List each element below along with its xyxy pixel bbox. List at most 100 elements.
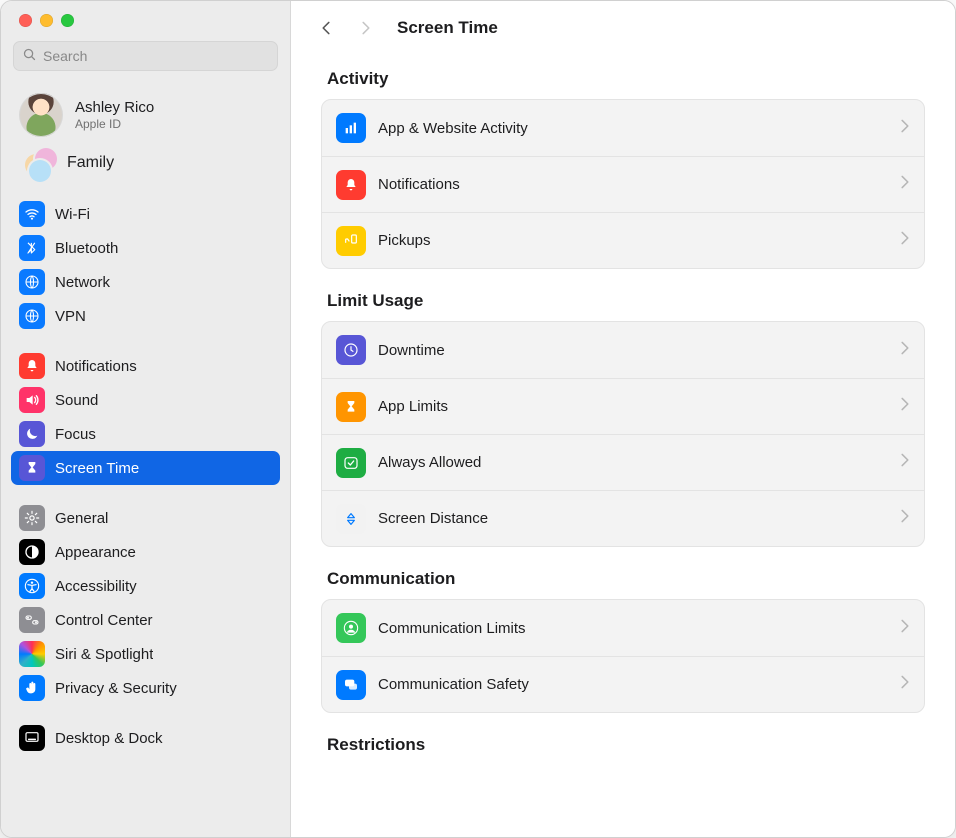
sidebar-item-label: Wi-Fi <box>55 206 90 223</box>
sidebar-item-siri[interactable]: Siri & Spotlight <box>11 637 280 671</box>
search-input[interactable]: Search <box>13 41 278 71</box>
hourglass-icon <box>336 392 366 422</box>
sidebar-item-label: Notifications <box>55 358 137 375</box>
avatar <box>19 93 63 137</box>
row-downtime[interactable]: Downtime <box>322 322 924 378</box>
row-communication-safety[interactable]: Communication Safety <box>322 656 924 712</box>
sidebar-item-desktop-dock[interactable]: Desktop & Dock <box>11 721 280 755</box>
sidebar-item-notifications[interactable]: Notifications <box>11 349 280 383</box>
sidebar-item-sound[interactable]: Sound <box>11 383 280 417</box>
row-always-allowed[interactable]: Always Allowed <box>322 434 924 490</box>
bell-icon <box>19 353 45 379</box>
sidebar-item-label: VPN <box>55 308 86 325</box>
search-placeholder: Search <box>43 48 87 64</box>
sidebar-item-vpn[interactable]: VPN <box>11 299 280 333</box>
sidebar-item-screen-time[interactable]: Screen Time <box>11 451 280 485</box>
sidebar-item-label: Bluetooth <box>55 240 118 257</box>
main-pane: Screen Time Activity App & Website Activ… <box>291 1 955 837</box>
row-notifications[interactable]: Notifications <box>322 156 924 212</box>
page-title: Screen Time <box>397 18 498 38</box>
minimize-window[interactable] <box>40 14 53 27</box>
sidebar-item-label: General <box>55 510 108 527</box>
distance-icon <box>336 504 366 534</box>
settings-window: Search Ashley Rico Apple ID Family <box>0 0 956 838</box>
vpn-icon <box>19 303 45 329</box>
sidebar-item-label: Desktop & Dock <box>55 730 163 747</box>
sidebar-family[interactable]: Family <box>11 145 280 181</box>
chevron-right-icon <box>900 509 910 528</box>
sidebar-item-label: Siri & Spotlight <box>55 646 153 663</box>
chevron-right-icon <box>900 453 910 472</box>
row-label: App Limits <box>378 398 448 415</box>
sidebar-item-wifi[interactable]: Wi-Fi <box>11 197 280 231</box>
sidebar-item-accessibility[interactable]: Accessibility <box>11 569 280 603</box>
search-icon <box>22 47 37 65</box>
chevron-right-icon <box>900 675 910 694</box>
sidebar-item-label: Focus <box>55 426 96 443</box>
moon-icon <box>19 421 45 447</box>
main-header: Screen Time <box>291 1 955 55</box>
chevron-right-icon <box>900 175 910 194</box>
family-label: Family <box>67 154 114 172</box>
zoom-window[interactable] <box>61 14 74 27</box>
sidebar-item-general[interactable]: General <box>11 501 280 535</box>
check-icon <box>336 448 366 478</box>
chevron-right-icon <box>900 119 910 138</box>
list-activity: App & Website Activity Notifications Pic… <box>321 99 925 269</box>
profile-sub: Apple ID <box>75 117 154 131</box>
chevron-right-icon <box>900 619 910 638</box>
sidebar-apple-id[interactable]: Ashley Rico Apple ID <box>11 87 280 145</box>
bar-chart-icon <box>336 113 366 143</box>
row-screen-distance[interactable]: Screen Distance <box>322 490 924 546</box>
accessibility-icon <box>19 573 45 599</box>
row-label: Always Allowed <box>378 454 481 471</box>
chevron-right-icon <box>900 341 910 360</box>
close-window[interactable] <box>19 14 32 27</box>
row-label: Communication Limits <box>378 620 526 637</box>
list-communication: Communication Limits Communication Safet… <box>321 599 925 713</box>
row-communication-limits[interactable]: Communication Limits <box>322 600 924 656</box>
appearance-icon <box>19 539 45 565</box>
chevron-right-icon <box>900 397 910 416</box>
content-scroll[interactable]: Activity App & Website Activity Notifica… <box>291 55 955 837</box>
window-controls <box>1 1 290 33</box>
sidebar-item-control-center[interactable]: Control Center <box>11 603 280 637</box>
sound-icon <box>19 387 45 413</box>
row-label: Screen Distance <box>378 510 488 527</box>
pickups-icon <box>336 226 366 256</box>
sidebar-item-label: Control Center <box>55 612 153 629</box>
section-title-activity: Activity <box>327 69 919 89</box>
row-label: Pickups <box>378 232 431 249</box>
privacy-icon <box>19 675 45 701</box>
row-label: Notifications <box>378 176 460 193</box>
sidebar-item-bluetooth[interactable]: Bluetooth <box>11 231 280 265</box>
row-label: Communication Safety <box>378 676 529 693</box>
sidebar-item-label: Sound <box>55 392 98 409</box>
dock-icon <box>19 725 45 751</box>
person-icon <box>336 613 366 643</box>
nav-forward[interactable] <box>351 13 381 43</box>
sidebar-item-focus[interactable]: Focus <box>11 417 280 451</box>
sidebar-item-appearance[interactable]: Appearance <box>11 535 280 569</box>
network-icon <box>19 269 45 295</box>
bubbles-icon <box>336 670 366 700</box>
bell-icon <box>336 170 366 200</box>
sidebar-item-label: Appearance <box>55 544 136 561</box>
clock-icon <box>336 335 366 365</box>
nav-back[interactable] <box>311 13 341 43</box>
row-pickups[interactable]: Pickups <box>322 212 924 268</box>
sidebar-item-network[interactable]: Network <box>11 265 280 299</box>
wifi-icon <box>19 201 45 227</box>
sidebar: Search Ashley Rico Apple ID Family <box>1 1 291 837</box>
chevron-right-icon <box>900 231 910 250</box>
row-label: App & Website Activity <box>378 120 528 137</box>
control-center-icon <box>19 607 45 633</box>
family-icon <box>25 148 55 178</box>
bluetooth-icon <box>19 235 45 261</box>
section-title-restrictions: Restrictions <box>327 735 919 755</box>
row-app-limits[interactable]: App Limits <box>322 378 924 434</box>
gear-icon <box>19 505 45 531</box>
sidebar-item-label: Network <box>55 274 110 291</box>
sidebar-item-privacy[interactable]: Privacy & Security <box>11 671 280 705</box>
row-app-website-activity[interactable]: App & Website Activity <box>322 100 924 156</box>
